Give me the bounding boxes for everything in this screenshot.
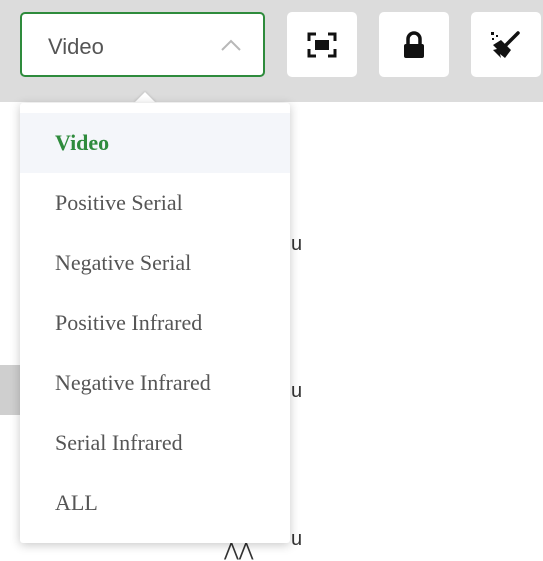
option-negative-infrared[interactable]: Negative Infrared	[20, 353, 290, 413]
clear-button[interactable]	[471, 12, 541, 77]
background-text-fragment: u	[291, 528, 303, 550]
background-panel-edge	[0, 365, 20, 415]
background-icon-fragment: ⋀⋀	[224, 540, 254, 560]
broom-icon	[491, 30, 520, 58]
option-serial-infrared[interactable]: Serial Infrared	[20, 413, 290, 473]
chevron-up-icon	[221, 39, 241, 51]
option-all[interactable]: ALL	[20, 473, 290, 533]
lock-button[interactable]	[379, 12, 449, 77]
lock-icon	[404, 30, 424, 58]
option-negative-serial[interactable]: Negative Serial	[20, 233, 290, 293]
mode-select-value: Video	[48, 34, 104, 59]
option-video[interactable]: Video	[20, 113, 290, 173]
fullscreen-icon	[307, 32, 337, 57]
dropdown-pointer	[134, 92, 156, 103]
option-positive-serial[interactable]: Positive Serial	[20, 173, 290, 233]
background-text-fragment: u	[291, 233, 303, 255]
mode-dropdown: Video Positive Serial Negative Serial Po…	[20, 103, 290, 543]
mode-select[interactable]: Video	[20, 12, 265, 77]
fullscreen-button[interactable]	[287, 12, 357, 77]
background-text-fragment: u	[291, 380, 303, 402]
option-positive-infrared[interactable]: Positive Infrared	[20, 293, 290, 353]
toolbar: Video	[0, 0, 543, 102]
mode-options-list: Video Positive Serial Negative Serial Po…	[20, 103, 290, 543]
